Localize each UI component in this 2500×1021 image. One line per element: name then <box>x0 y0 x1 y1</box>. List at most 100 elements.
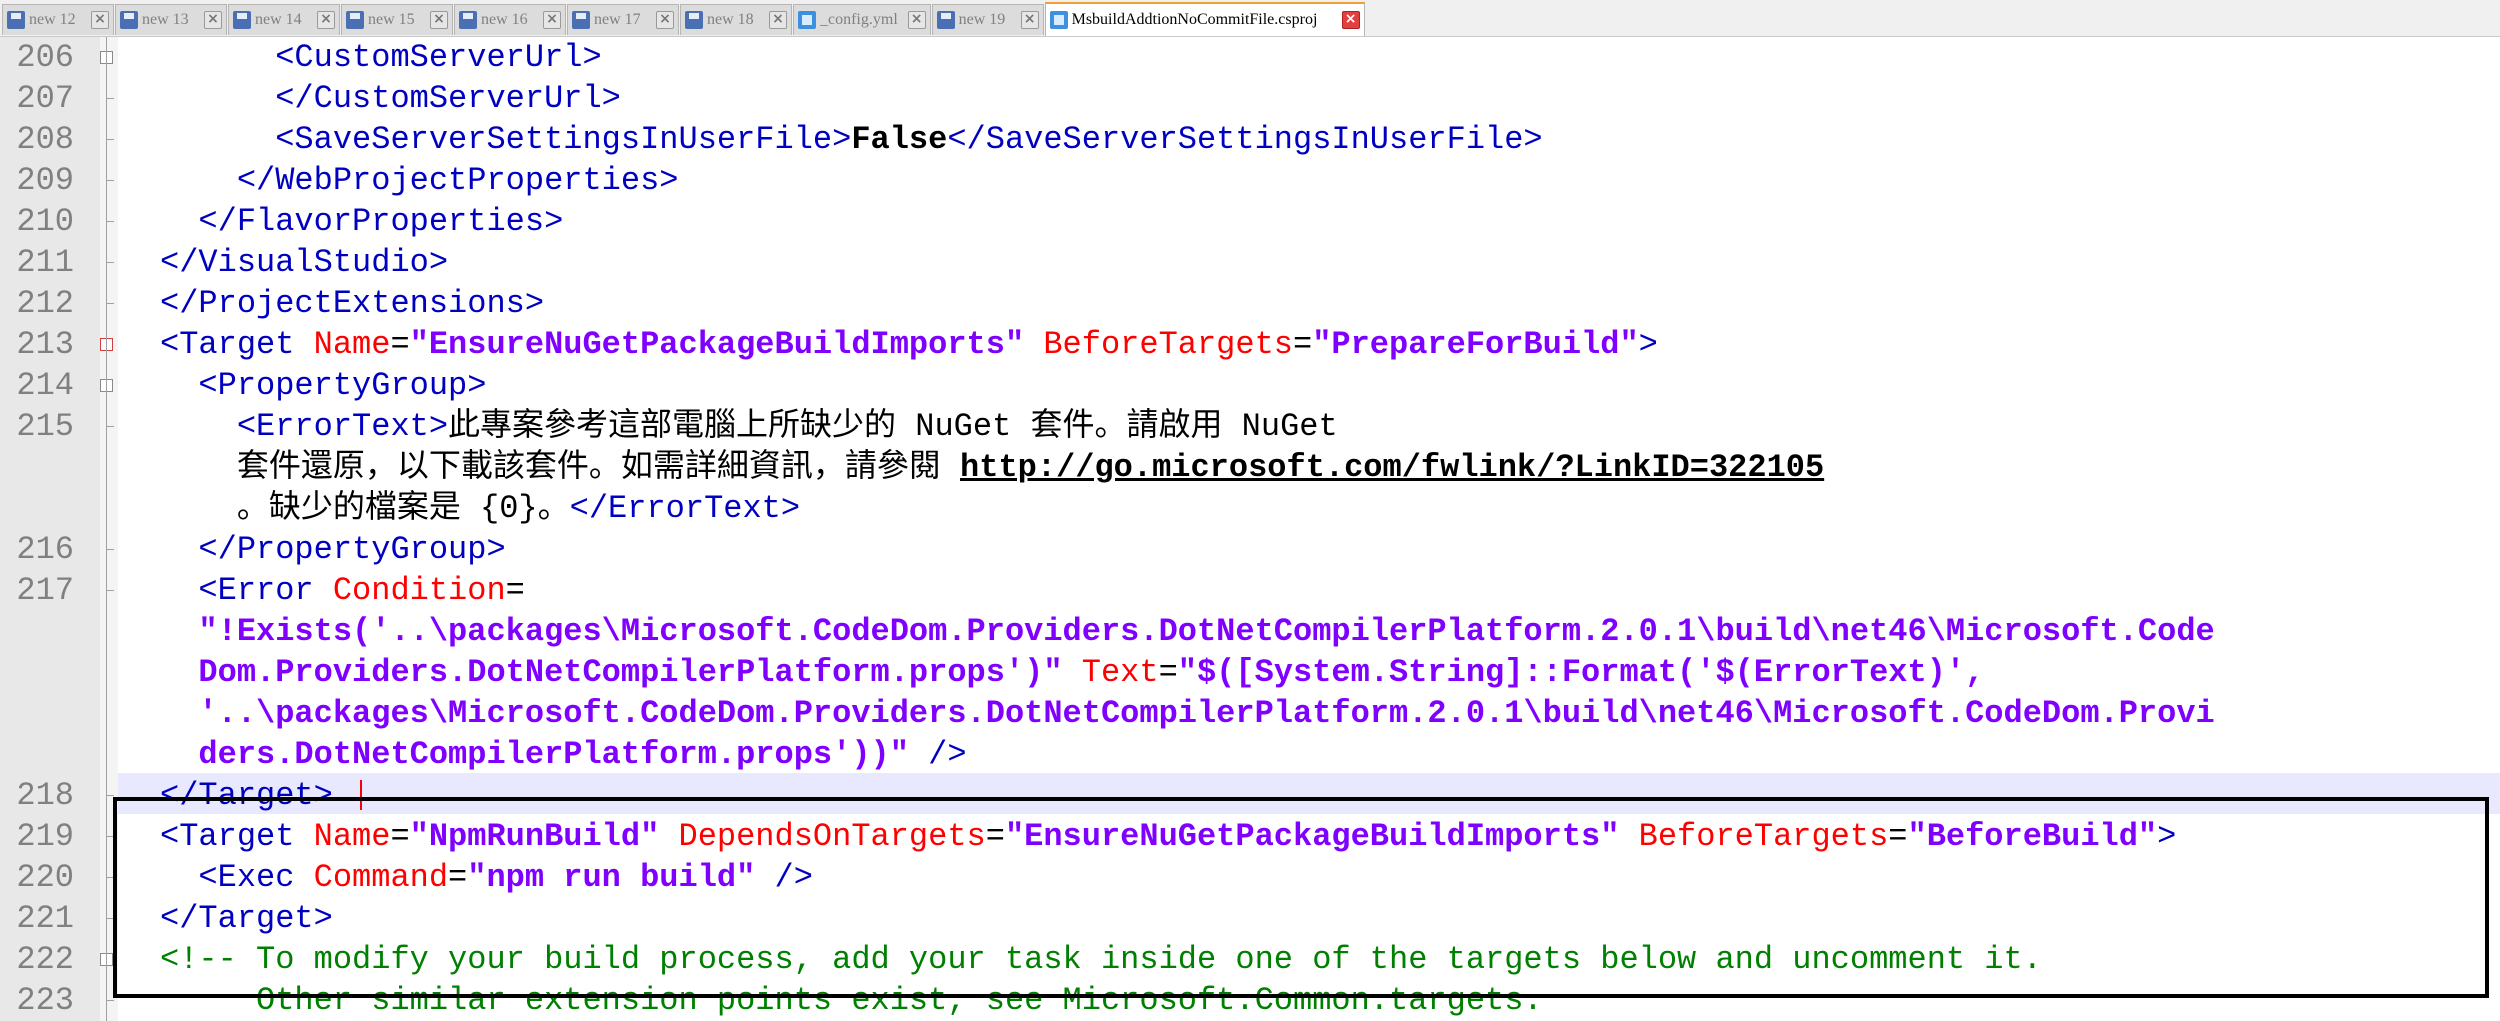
line-number: 211 <box>16 244 74 281</box>
tab-new-19[interactable]: new 19 × <box>931 4 1044 35</box>
line-number <box>0 611 74 652</box>
code-line[interactable]: '..\packages\Microsoft.CodeDom.Providers… <box>0 693 2500 734</box>
save-icon <box>346 11 364 29</box>
close-icon[interactable]: × <box>1020 11 1039 29</box>
line-number: 209 <box>16 162 74 199</box>
token-bold: False <box>851 121 948 158</box>
code-line[interactable]: 207 </CustomServerUrl> <box>0 78 2500 119</box>
token-attr: Command <box>294 859 449 896</box>
code-line[interactable]: 206 <CustomServerUrl> <box>0 37 2500 78</box>
fold-tick <box>106 180 114 181</box>
code-text: <SaveServerSettingsInUserFile>False</Sav… <box>160 119 1543 160</box>
token-tag: </Target> <box>160 900 333 937</box>
save-icon <box>233 11 251 29</box>
token-tag: </Target> <box>160 777 333 814</box>
close-icon[interactable]: × <box>907 11 926 29</box>
code-line[interactable]: 208 <SaveServerSettingsInUserFile>False<… <box>0 119 2500 160</box>
tab-new-13[interactable]: new 13 × <box>115 4 227 35</box>
code-line[interactable]: 222 <!-- To modify your build process, ad… <box>0 939 2500 980</box>
code-line[interactable]: 218 </Target> <box>0 775 2500 816</box>
token-punct: = <box>390 818 410 855</box>
code-line[interactable]: 213 <Target Name="EnsureNuGetPackageBuild… <box>0 324 2500 365</box>
close-icon[interactable]: × <box>317 11 335 29</box>
token-tag: </SaveServerSettingsInUserFile> <box>947 121 1543 158</box>
tab-new-18[interactable]: new 18 × <box>680 4 792 35</box>
code-text: </FlavorProperties> <box>160 201 563 242</box>
file-icon <box>1049 11 1068 29</box>
token-attr: Condition <box>313 572 506 609</box>
save-icon <box>572 11 590 29</box>
token-txt: 此專案參考這部電腦上所缺少的 NuGet 套件。請啟用 NuGet <box>448 408 1338 445</box>
code-text: "!Exists('..\packages\Microsoft.CodeDom.… <box>160 611 2214 652</box>
token-txt: 套件還原，以下載該套件。如需詳細資訊，請參閱 <box>160 449 961 486</box>
tab--config-yml[interactable]: _config.yml × <box>793 4 931 35</box>
code-text: 。缺少的檔案是 {0}。</ErrorText> <box>160 488 800 529</box>
code-line[interactable]: 216 </PropertyGroup> <box>0 529 2500 570</box>
token-tag: </WebProjectProperties> <box>160 162 679 199</box>
token-tag: </CustomServerUrl> <box>160 80 621 117</box>
tab-new-12[interactable]: new 12 × <box>2 4 114 35</box>
close-icon[interactable]: × <box>543 11 561 29</box>
line-number <box>0 447 74 488</box>
code-line[interactable]: 219 <Target Name="NpmRunBuild" DependsOnT… <box>0 816 2500 857</box>
code-text: </Target> <box>160 775 333 816</box>
code-line[interactable]: 210 </FlavorProperties> <box>0 201 2500 242</box>
code-line[interactable]: 221 </Target> <box>0 898 2500 939</box>
code-text: </VisualStudio> <box>160 242 448 283</box>
line-number: 207 <box>16 80 74 117</box>
token-tag: </VisualStudio> <box>160 244 449 281</box>
code-line[interactable]: 215 <ErrorText>此專案參考這部電腦上所缺少的 NuGet 套件。請… <box>0 406 2500 447</box>
token-punct: = <box>1292 326 1313 363</box>
tab-new-14[interactable]: new 14 × <box>228 4 340 35</box>
tab-new-15[interactable]: new 15 × <box>341 4 453 35</box>
token-val: "NpmRunBuild" <box>409 818 660 855</box>
code-line[interactable]: 223 Other similar extension points exist… <box>0 980 2500 1021</box>
close-icon[interactable]: × <box>430 11 448 29</box>
code-line[interactable]: 217 <Error Condition= <box>0 570 2500 611</box>
code-line[interactable]: 212 </ProjectExtensions> <box>0 283 2500 324</box>
close-icon[interactable]: × <box>204 11 222 29</box>
token-tag: <Exec <box>160 859 295 896</box>
code-text: <ErrorText>此專案參考這部電腦上所缺少的 NuGet 套件。請啟用 N… <box>160 406 1338 447</box>
token-punct: = <box>1888 818 1908 855</box>
line-number: 213 <box>16 326 74 363</box>
close-icon[interactable]: × <box>91 11 109 29</box>
line-number: 218 <box>16 777 74 814</box>
save-icon <box>120 11 138 29</box>
line-number: 212 <box>16 285 74 322</box>
tab-new-16[interactable]: new 16 × <box>454 4 566 35</box>
tab-msbuildaddtionnocommitfile-csproj[interactable]: MsbuildAddtionNoCommitFile.csproj × <box>1044 2 1365 36</box>
code-text: <PropertyGroup> <box>160 365 486 406</box>
close-icon[interactable]: × <box>656 11 674 29</box>
fold-tick <box>106 877 114 878</box>
token-attr: DependsOnTargets <box>659 818 986 855</box>
token-tag: <PropertyGroup> <box>160 367 487 404</box>
token-val: ders.DotNetCompilerPlatform.props'))" <box>160 736 909 773</box>
code-text: <CustomServerUrl> <box>160 37 601 78</box>
line-number <box>0 652 74 693</box>
tab-new-17[interactable]: new 17 × <box>567 4 679 35</box>
code-line[interactable]: 209 </WebProjectProperties> <box>0 160 2500 201</box>
close-icon[interactable]: × <box>1341 11 1360 29</box>
code-line[interactable]: 220 <Exec Command="npm run build" /> <box>0 857 2500 898</box>
code-line[interactable]: Dom.Providers.DotNetCompilerPlatform.pro… <box>0 652 2500 693</box>
code-line[interactable]: 套件還原，以下載該套件。如需詳細資訊，請參閱 http://go.microso… <box>0 447 2500 488</box>
code-line[interactable]: 。缺少的檔案是 {0}。</ErrorText> <box>0 488 2500 529</box>
token-val: "EnsureNuGetPackageBuildImports" <box>1004 818 1620 855</box>
line-number: 210 <box>16 203 74 240</box>
fold-guide-line <box>106 37 107 1021</box>
line-number: 217 <box>16 572 74 609</box>
code-line[interactable]: 214 <PropertyGroup> <box>0 365 2500 406</box>
token-attr: BeforeTargets <box>1619 818 1889 855</box>
code-line[interactable]: ders.DotNetCompilerPlatform.props'))" /> <box>0 734 2500 775</box>
code-line[interactable]: "!Exists('..\packages\Microsoft.CodeDom.… <box>0 611 2500 652</box>
close-icon[interactable]: × <box>769 11 787 29</box>
line-number: 206 <box>16 39 74 76</box>
token-punct: = <box>985 818 1005 855</box>
save-icon <box>685 11 703 29</box>
code-line[interactable]: 211 </VisualStudio> <box>0 242 2500 283</box>
token-link[interactable]: http://go.microsoft.com/fwlink/?LinkID=3… <box>960 449 1824 486</box>
tab-label: new 15 <box>368 11 415 28</box>
code-text: Other similar extension points exist, se… <box>160 980 1543 1021</box>
code-text: <Target Name="NpmRunBuild" DependsOnTarg… <box>160 816 2176 857</box>
